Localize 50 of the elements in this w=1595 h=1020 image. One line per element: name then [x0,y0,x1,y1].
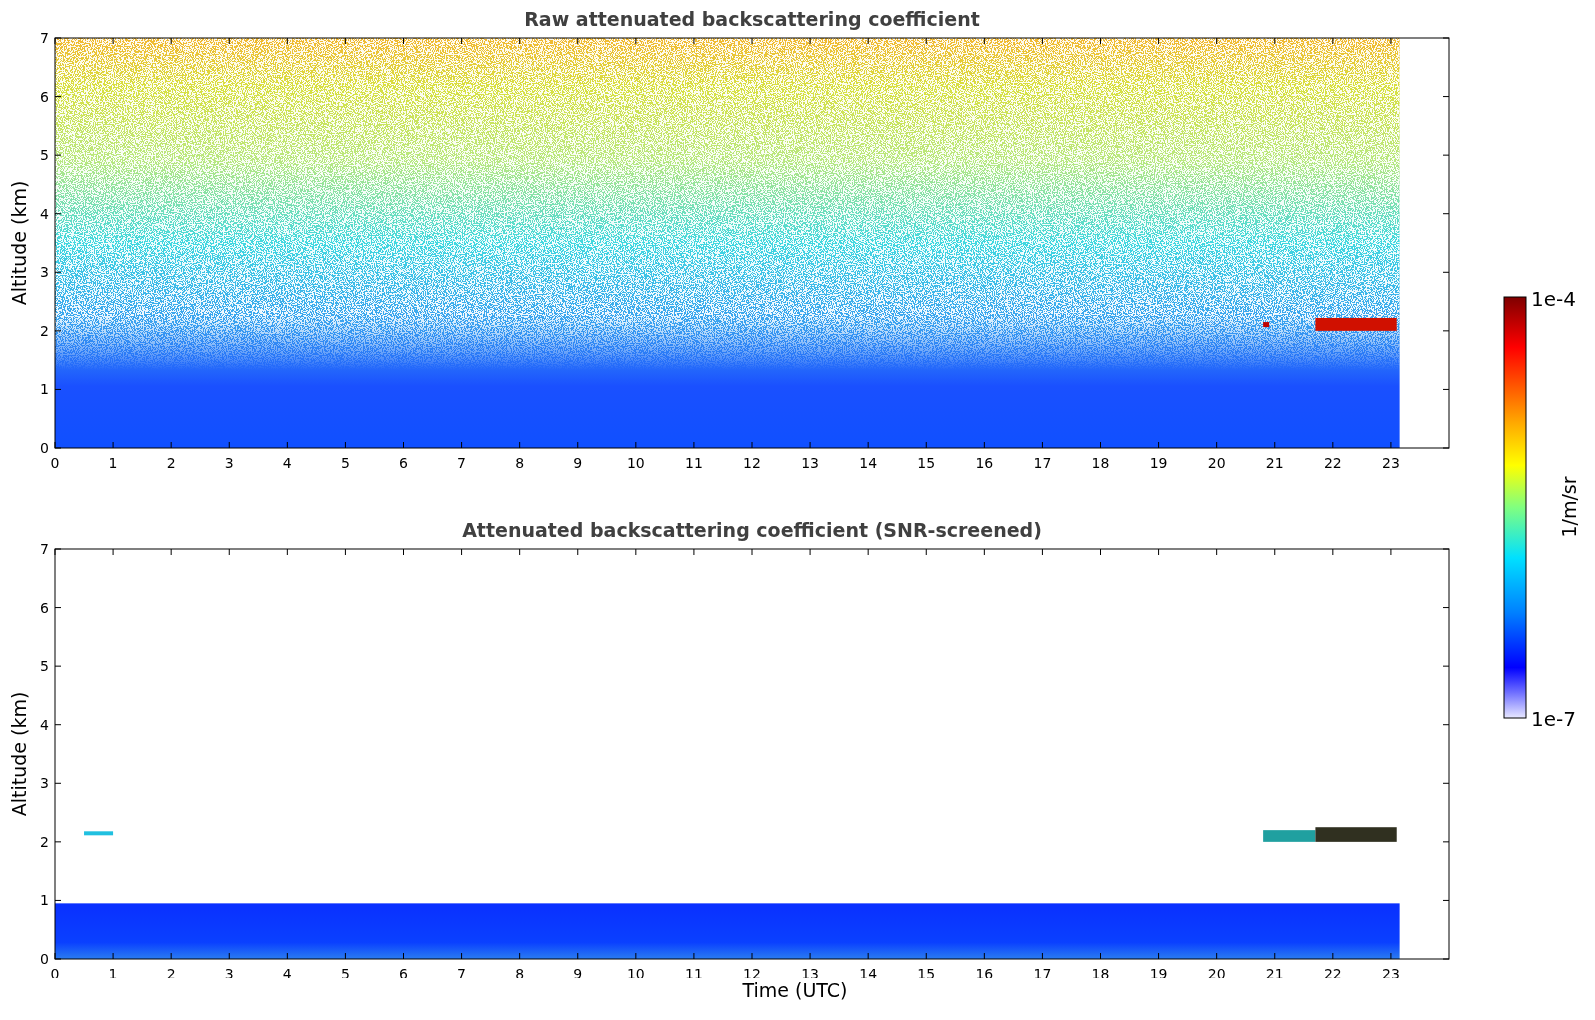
tick-label: 6 [40,88,49,105]
tick-label: 4 [282,455,292,471]
tick-label: 0 [50,455,60,471]
tick-label: 13 [801,455,819,471]
tick-label: 12 [743,455,761,471]
tick-label: 3 [40,775,49,792]
tick-label: 23 [1382,455,1400,471]
tick-label: 6 [399,455,408,471]
tick-label: 2 [40,833,49,850]
axis-label: Altitude (km) [8,691,30,817]
tick-label: 15 [917,455,936,471]
colorbar-label: 1e-7 [1531,707,1576,731]
tick-label: 7 [40,30,49,46]
tick-label: 8 [515,455,525,471]
tick-label: 22 [1323,455,1342,471]
tick-label: 0 [40,951,49,967]
tick-label: 1 [40,892,49,909]
tick-label: 4 [40,205,49,222]
tick-label: 5 [40,658,49,675]
tick-label: 5 [40,147,49,164]
tick-label: 7 [40,541,49,557]
aerosol-streak [84,831,114,836]
tick-label: 21 [1265,455,1284,471]
tick-label: 18 [1091,455,1110,471]
tick-label: 9 [573,455,583,471]
tick-label: 4 [40,716,49,733]
tick-label: 16 [975,455,994,471]
tick-label: 6 [40,599,49,616]
tick-label: 20 [1207,455,1226,471]
tick-label: 7 [457,455,467,471]
tick-label: 1 [40,381,49,398]
colorbar-unit: 1/m/sr [1558,476,1580,538]
tick-label: 11 [685,455,703,471]
tick-label: 1 [108,455,118,471]
axis-label: Altitude (km) [8,180,30,306]
tick-label: 2 [40,322,49,339]
tick-label: 5 [340,455,350,471]
tick-label: 2 [166,455,176,471]
colorbar-label: 1e-4 [1531,287,1576,311]
chart-title: Attenuated backscattering coefficient (SNR-screened) [462,519,1042,541]
tick-label: 14 [859,455,878,471]
axis-label: Time (UTC) [742,978,848,1002]
tick-label: 3 [224,455,234,471]
tick-label: 19 [1149,455,1168,471]
tick-label: 10 [626,455,645,471]
tick-label: 0 [40,440,49,456]
tick-label: 17 [1033,455,1052,471]
tick-label: 3 [40,264,49,281]
aerosol-streak [1263,830,1316,842]
chart-title: Raw attenuated backscattering coefficient [524,8,980,30]
